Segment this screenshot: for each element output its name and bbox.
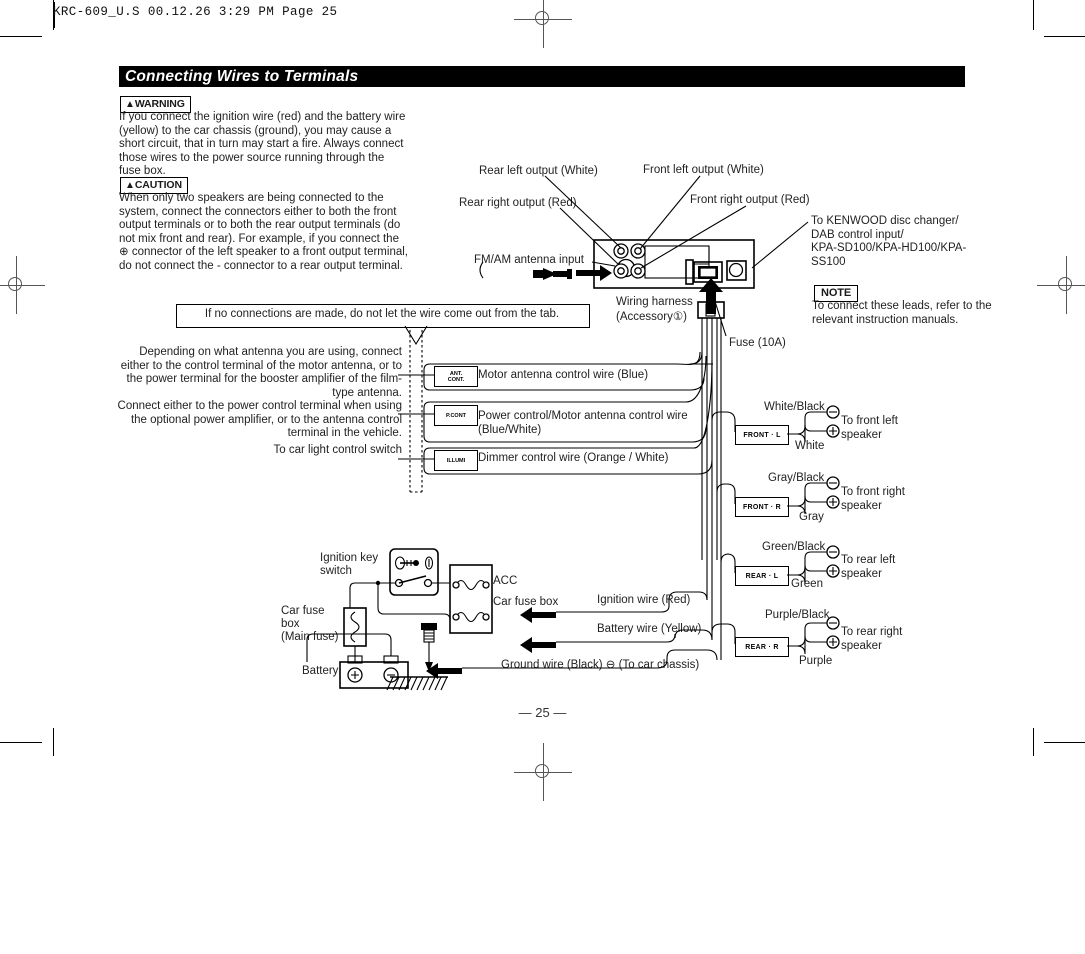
- wiring-diagram-lines: [306, 175, 840, 691]
- page-number: — 25 —: [518, 705, 567, 720]
